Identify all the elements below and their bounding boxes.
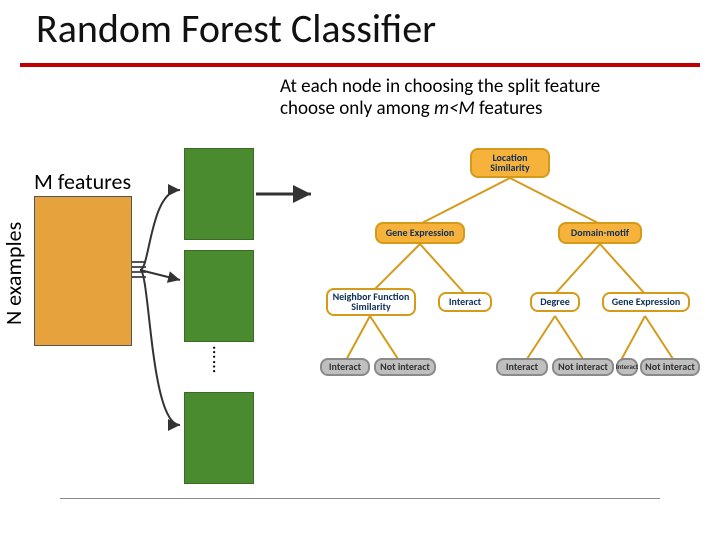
m-features-label: M features bbox=[34, 168, 131, 195]
tree-leaf-5: Not interact bbox=[640, 358, 700, 376]
bootstrap-sample-3 bbox=[184, 392, 254, 484]
subtitle: At each node in choosing the split featu… bbox=[280, 76, 700, 120]
tree-leaf-2: Interact bbox=[496, 358, 548, 376]
tree-l2-node-3: Gene Expression bbox=[602, 292, 690, 312]
bootstrap-sample-2 bbox=[184, 250, 254, 342]
tree-leaf-0: Interact bbox=[320, 358, 370, 376]
tree-leaf-1: Not interact bbox=[374, 358, 436, 376]
subtitle-line1: At each node in choosing the split featu… bbox=[280, 75, 600, 98]
n-examples-label: N examples bbox=[0, 222, 27, 325]
slide-title: Random Forest Classifier bbox=[36, 4, 436, 53]
subtitle-line2-pre: choose only among bbox=[280, 97, 434, 120]
tree-root-node: Location Similarity bbox=[470, 148, 550, 178]
subtitle-emph: m<M bbox=[434, 97, 475, 120]
title-underline bbox=[20, 63, 700, 67]
footer-rule bbox=[60, 498, 660, 499]
tree-l2-node-1: Interact bbox=[438, 292, 492, 312]
bootstrap-arrows bbox=[130, 150, 190, 450]
bootstrap-sample-1 bbox=[184, 148, 254, 240]
vertical-ellipsis: …… bbox=[216, 346, 221, 375]
tree-l1-node-0: Gene Expression bbox=[375, 222, 465, 244]
tree-l2-node-0: Neighbor Function Similarity bbox=[326, 288, 416, 316]
subtitle-line2-post: features bbox=[475, 97, 543, 120]
tree-l1-node-1: Domain-motif bbox=[558, 222, 642, 244]
data-matrix bbox=[34, 196, 132, 346]
slide: Random Forest Classifier At each node in… bbox=[0, 0, 720, 540]
tree-leaf-3: Not interact bbox=[552, 358, 614, 376]
decision-tree: Location Similarity Gene Expression Doma… bbox=[320, 144, 700, 404]
to-tree-arrow bbox=[256, 184, 318, 204]
tree-l2-node-2: Degree bbox=[530, 292, 580, 312]
tree-leaf-4: Interact bbox=[616, 358, 638, 376]
